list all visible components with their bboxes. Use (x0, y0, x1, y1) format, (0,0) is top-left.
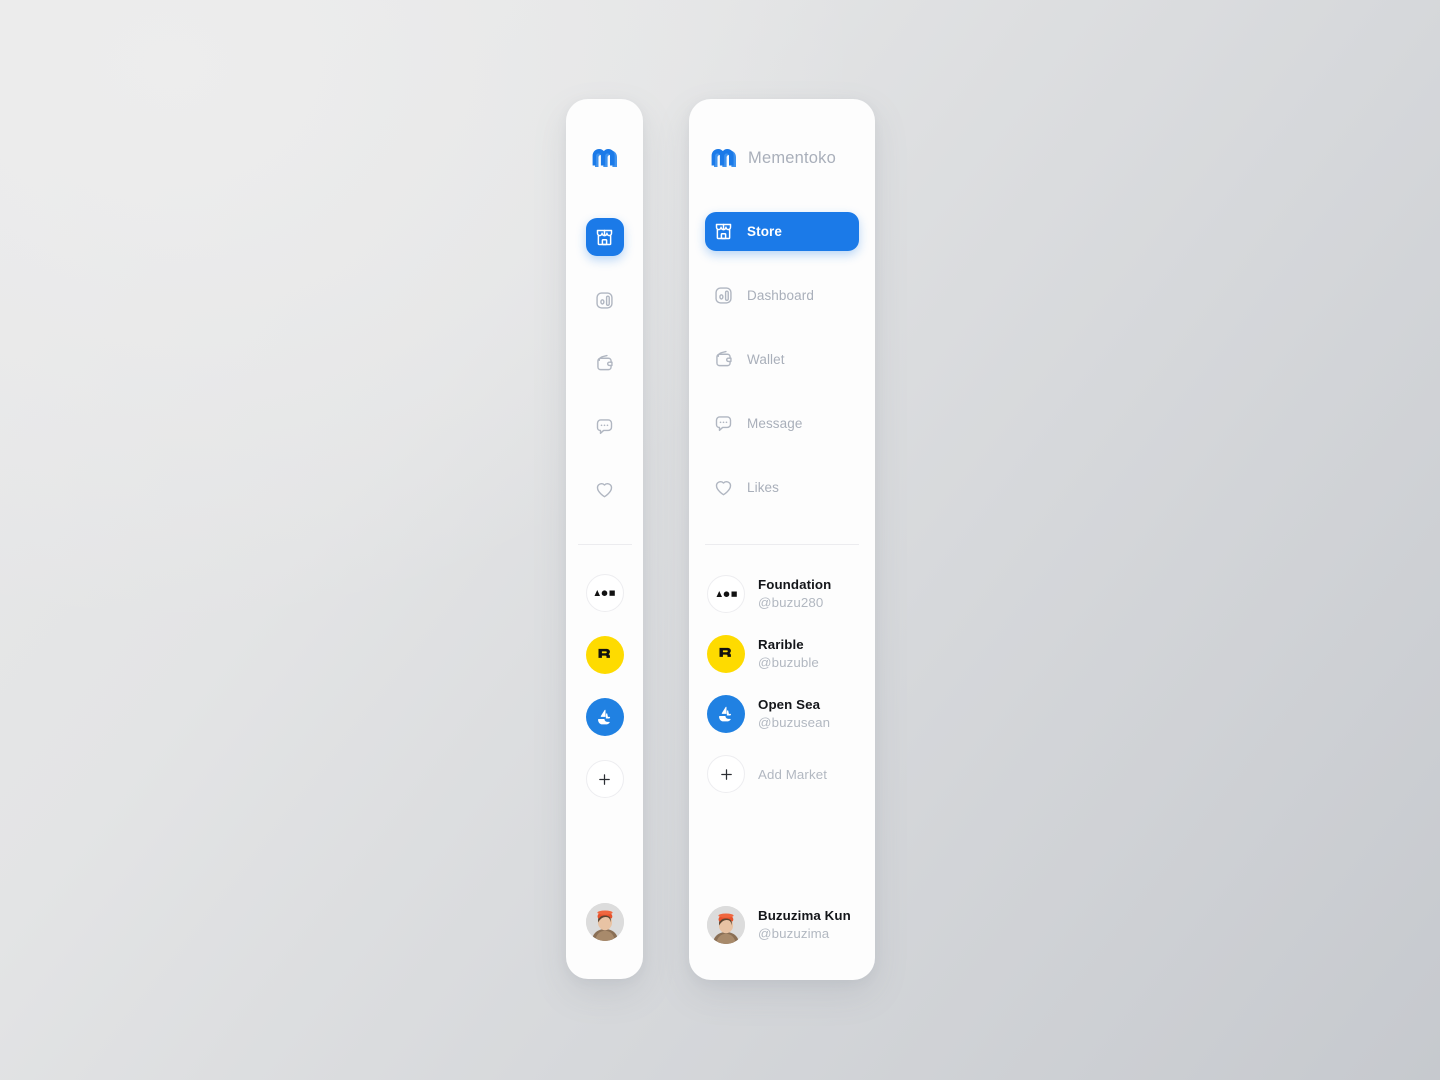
rail-market-opensea[interactable] (585, 698, 624, 736)
market-name-rarible: Rarible (758, 637, 804, 653)
nav-item-store[interactable]: Store (705, 212, 859, 251)
market-item-opensea[interactable]: Open Sea @buzusean (705, 695, 859, 733)
nav-label-message: Message (747, 416, 803, 431)
market-item-foundation[interactable]: Foundation @buzu280 (705, 575, 859, 613)
chat-bubble-icon (715, 416, 732, 432)
nav-label-wallet: Wallet (747, 352, 785, 367)
add-market-button[interactable]: Add Market (705, 755, 859, 793)
foundation-logo-icon (594, 590, 615, 596)
market-handle-foundation: @buzu280 (758, 594, 824, 610)
bar-chart-icon (715, 287, 732, 304)
market-handle-opensea: @buzusean (758, 714, 831, 730)
wallet-icon (597, 354, 613, 370)
user-avatar-icon (585, 903, 624, 941)
bar-chart-icon (596, 291, 613, 309)
user-handle: @buzuzima (758, 925, 830, 941)
rail-add-market-button[interactable] (585, 760, 624, 798)
rail-market-list (585, 574, 624, 798)
user-profile-row[interactable]: Buzuzima Kun @buzuzima (705, 906, 859, 944)
foundation-logo-icon (716, 591, 737, 597)
rail-nav-list (585, 218, 624, 508)
rarible-logo-icon (719, 647, 731, 657)
rail-divider (577, 544, 632, 545)
rail-user-avatar-button[interactable] (585, 903, 624, 941)
market-item-rarible[interactable]: Rarible @buzuble (705, 635, 859, 673)
market-name-opensea: Open Sea (758, 697, 821, 713)
brand-header[interactable]: Mementoko (705, 144, 859, 172)
rail-nav-item-likes[interactable] (586, 470, 624, 508)
nav-item-message[interactable]: Message (705, 404, 859, 443)
opensea-avatar (707, 695, 745, 733)
mementoko-m-logo-icon (592, 148, 617, 167)
rail-nav-item-message[interactable] (586, 407, 624, 445)
rarible-logo-icon (598, 648, 610, 658)
market-name-foundation: Foundation (758, 577, 832, 593)
plus-icon (599, 773, 610, 785)
market-list: Foundation @buzu280 Rarible @buzuble Ope… (705, 575, 859, 793)
opensea-logo-icon (719, 706, 732, 722)
chat-bubble-icon (596, 418, 613, 434)
user-name: Buzuzima Kun (758, 908, 851, 924)
mementoko-m-logo-icon (711, 148, 736, 167)
nav-item-dashboard[interactable]: Dashboard (705, 276, 859, 315)
nav-label-dashboard: Dashboard (747, 288, 814, 303)
heart-icon (715, 481, 732, 496)
drawer-nav-list: Store Dashboard Wallet Message Likes (705, 212, 859, 507)
rail-market-rarible[interactable] (585, 636, 624, 674)
foundation-avatar (707, 575, 745, 613)
rail-nav-item-dashboard[interactable] (586, 281, 624, 319)
add-market-badge (707, 755, 745, 793)
market-handle-rarible: @buzuble (758, 654, 819, 670)
rail-brand-logo[interactable] (592, 144, 618, 172)
rail-nav-item-store[interactable] (585, 218, 624, 256)
nav-item-likes[interactable]: Likes (705, 468, 859, 507)
nav-item-wallet[interactable]: Wallet (705, 340, 859, 379)
nav-label-likes: Likes (747, 480, 780, 495)
rarible-avatar (707, 635, 745, 673)
add-market-label: Add Market (758, 766, 827, 782)
storefront-icon (715, 223, 732, 240)
avatar (707, 906, 745, 944)
avatar (585, 903, 624, 941)
plus-icon (720, 768, 732, 780)
wallet-icon (716, 350, 732, 367)
expanded-sidebar-drawer: Mementoko Store Dashboard Wallet Message… (689, 99, 875, 980)
opensea-logo-icon (597, 709, 610, 725)
storefront-icon (596, 229, 613, 245)
rail-nav-item-wallet[interactable] (586, 344, 624, 382)
nav-label-store: Store (747, 224, 783, 239)
rail-market-foundation[interactable] (585, 574, 624, 612)
brand-name: Mementoko (748, 148, 837, 167)
collapsed-sidebar-rail (566, 99, 643, 979)
user-avatar-icon (707, 906, 745, 944)
drawer-divider (705, 544, 859, 545)
heart-icon (596, 482, 613, 497)
